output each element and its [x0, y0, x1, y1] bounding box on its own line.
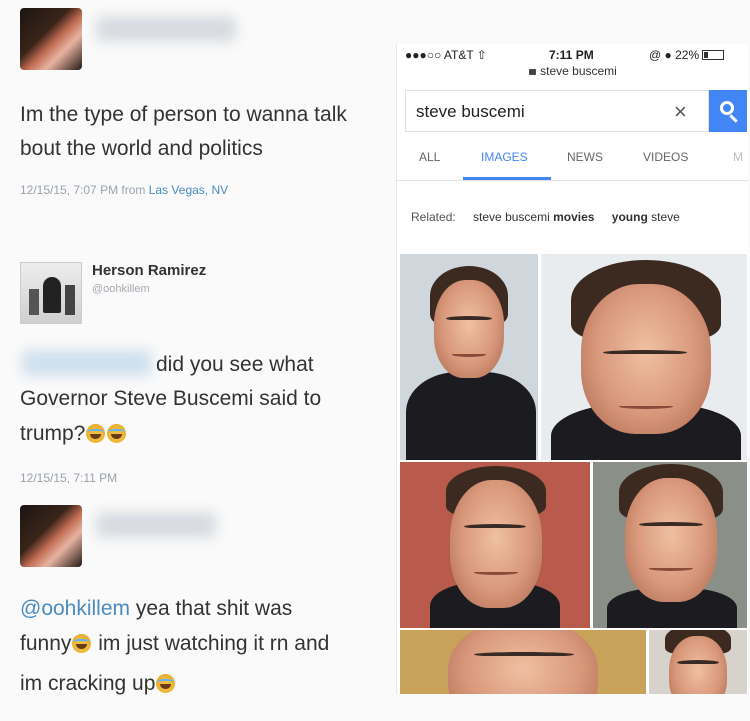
related-chip[interactable]: young steve	[612, 210, 680, 224]
image-result[interactable]	[400, 462, 590, 628]
avatar[interactable]	[20, 262, 82, 324]
tweet-text-line: funny im just watching it rn and	[20, 632, 330, 655]
tab-images[interactable]: IMAGES	[481, 150, 528, 164]
search-button[interactable]	[709, 90, 747, 132]
related-searches: Related: steve buscemi movies young stev…	[411, 210, 680, 224]
image-result[interactable]	[400, 630, 646, 694]
status-bar: ●●●○○ AT&T ⇧ 7:11 PM @ ● 22%	[397, 44, 748, 64]
tweet-timestamp: 12/15/15, 7:07 PM from Las Vegas, NV	[20, 183, 229, 197]
search-tabs: ALL IMAGES NEWS VIDEOS M	[397, 142, 748, 176]
tweet-location[interactable]: Las Vegas, NV	[149, 183, 228, 197]
tweet-text-line: @oohkillem yea that shit was	[20, 597, 293, 620]
tweet-text-line: Governor Steve Buscemi said to	[20, 387, 322, 410]
related-label: Related:	[411, 210, 456, 224]
image-result[interactable]	[593, 462, 747, 628]
phone-screenshot: ●●●○○ AT&T ⇧ 7:11 PM @ ● 22% steve busce…	[396, 44, 748, 694]
close-icon[interactable]: ×	[674, 99, 687, 125]
battery-status: @ ● 22%	[649, 48, 725, 62]
tab-all[interactable]: ALL	[419, 150, 440, 164]
laughing-emoji-icon	[156, 674, 176, 693]
carrier-signal: ●●●○○ AT&T ⇧	[405, 48, 487, 62]
tweet-timestamp: 12/15/15, 7:11 PM	[20, 471, 118, 485]
lock-icon	[529, 69, 537, 75]
search-box: ×	[405, 90, 709, 132]
search-input[interactable]	[416, 100, 656, 124]
laughing-emoji-icon	[86, 424, 106, 443]
tab-more[interactable]: M	[733, 150, 743, 164]
author-handle[interactable]: @oohkillem	[92, 283, 150, 295]
laughing-emoji-icon	[72, 634, 92, 653]
laughing-emoji-icon	[107, 424, 127, 443]
avatar[interactable]	[20, 8, 82, 70]
avatar[interactable]	[20, 505, 82, 567]
tweet-text-line: im cracking up	[20, 667, 176, 701]
tab-news[interactable]: NEWS	[567, 150, 603, 164]
tweet-text-line: trump?	[20, 417, 127, 451]
blurred-username	[96, 512, 216, 538]
author-name[interactable]: Herson Ramirez	[92, 262, 206, 279]
clock: 7:11 PM	[549, 48, 594, 62]
tweet-text: Im the type of person to wanna talk bout…	[20, 103, 347, 160]
address-bar[interactable]: steve buscemi	[397, 64, 748, 78]
related-chip[interactable]: steve buscemi movies	[473, 210, 594, 224]
tab-videos[interactable]: VIDEOS	[643, 150, 688, 164]
battery-icon	[702, 50, 725, 60]
divider	[397, 180, 748, 181]
blurred-username	[96, 16, 236, 42]
search-icon	[720, 101, 734, 115]
image-result[interactable]	[649, 630, 747, 694]
tweet-text-line: did you see what	[156, 353, 314, 376]
mention-link[interactable]: @oohkillem	[20, 597, 130, 620]
image-result[interactable]	[400, 254, 538, 460]
blurred-mention	[22, 350, 152, 376]
image-result[interactable]	[541, 254, 747, 460]
